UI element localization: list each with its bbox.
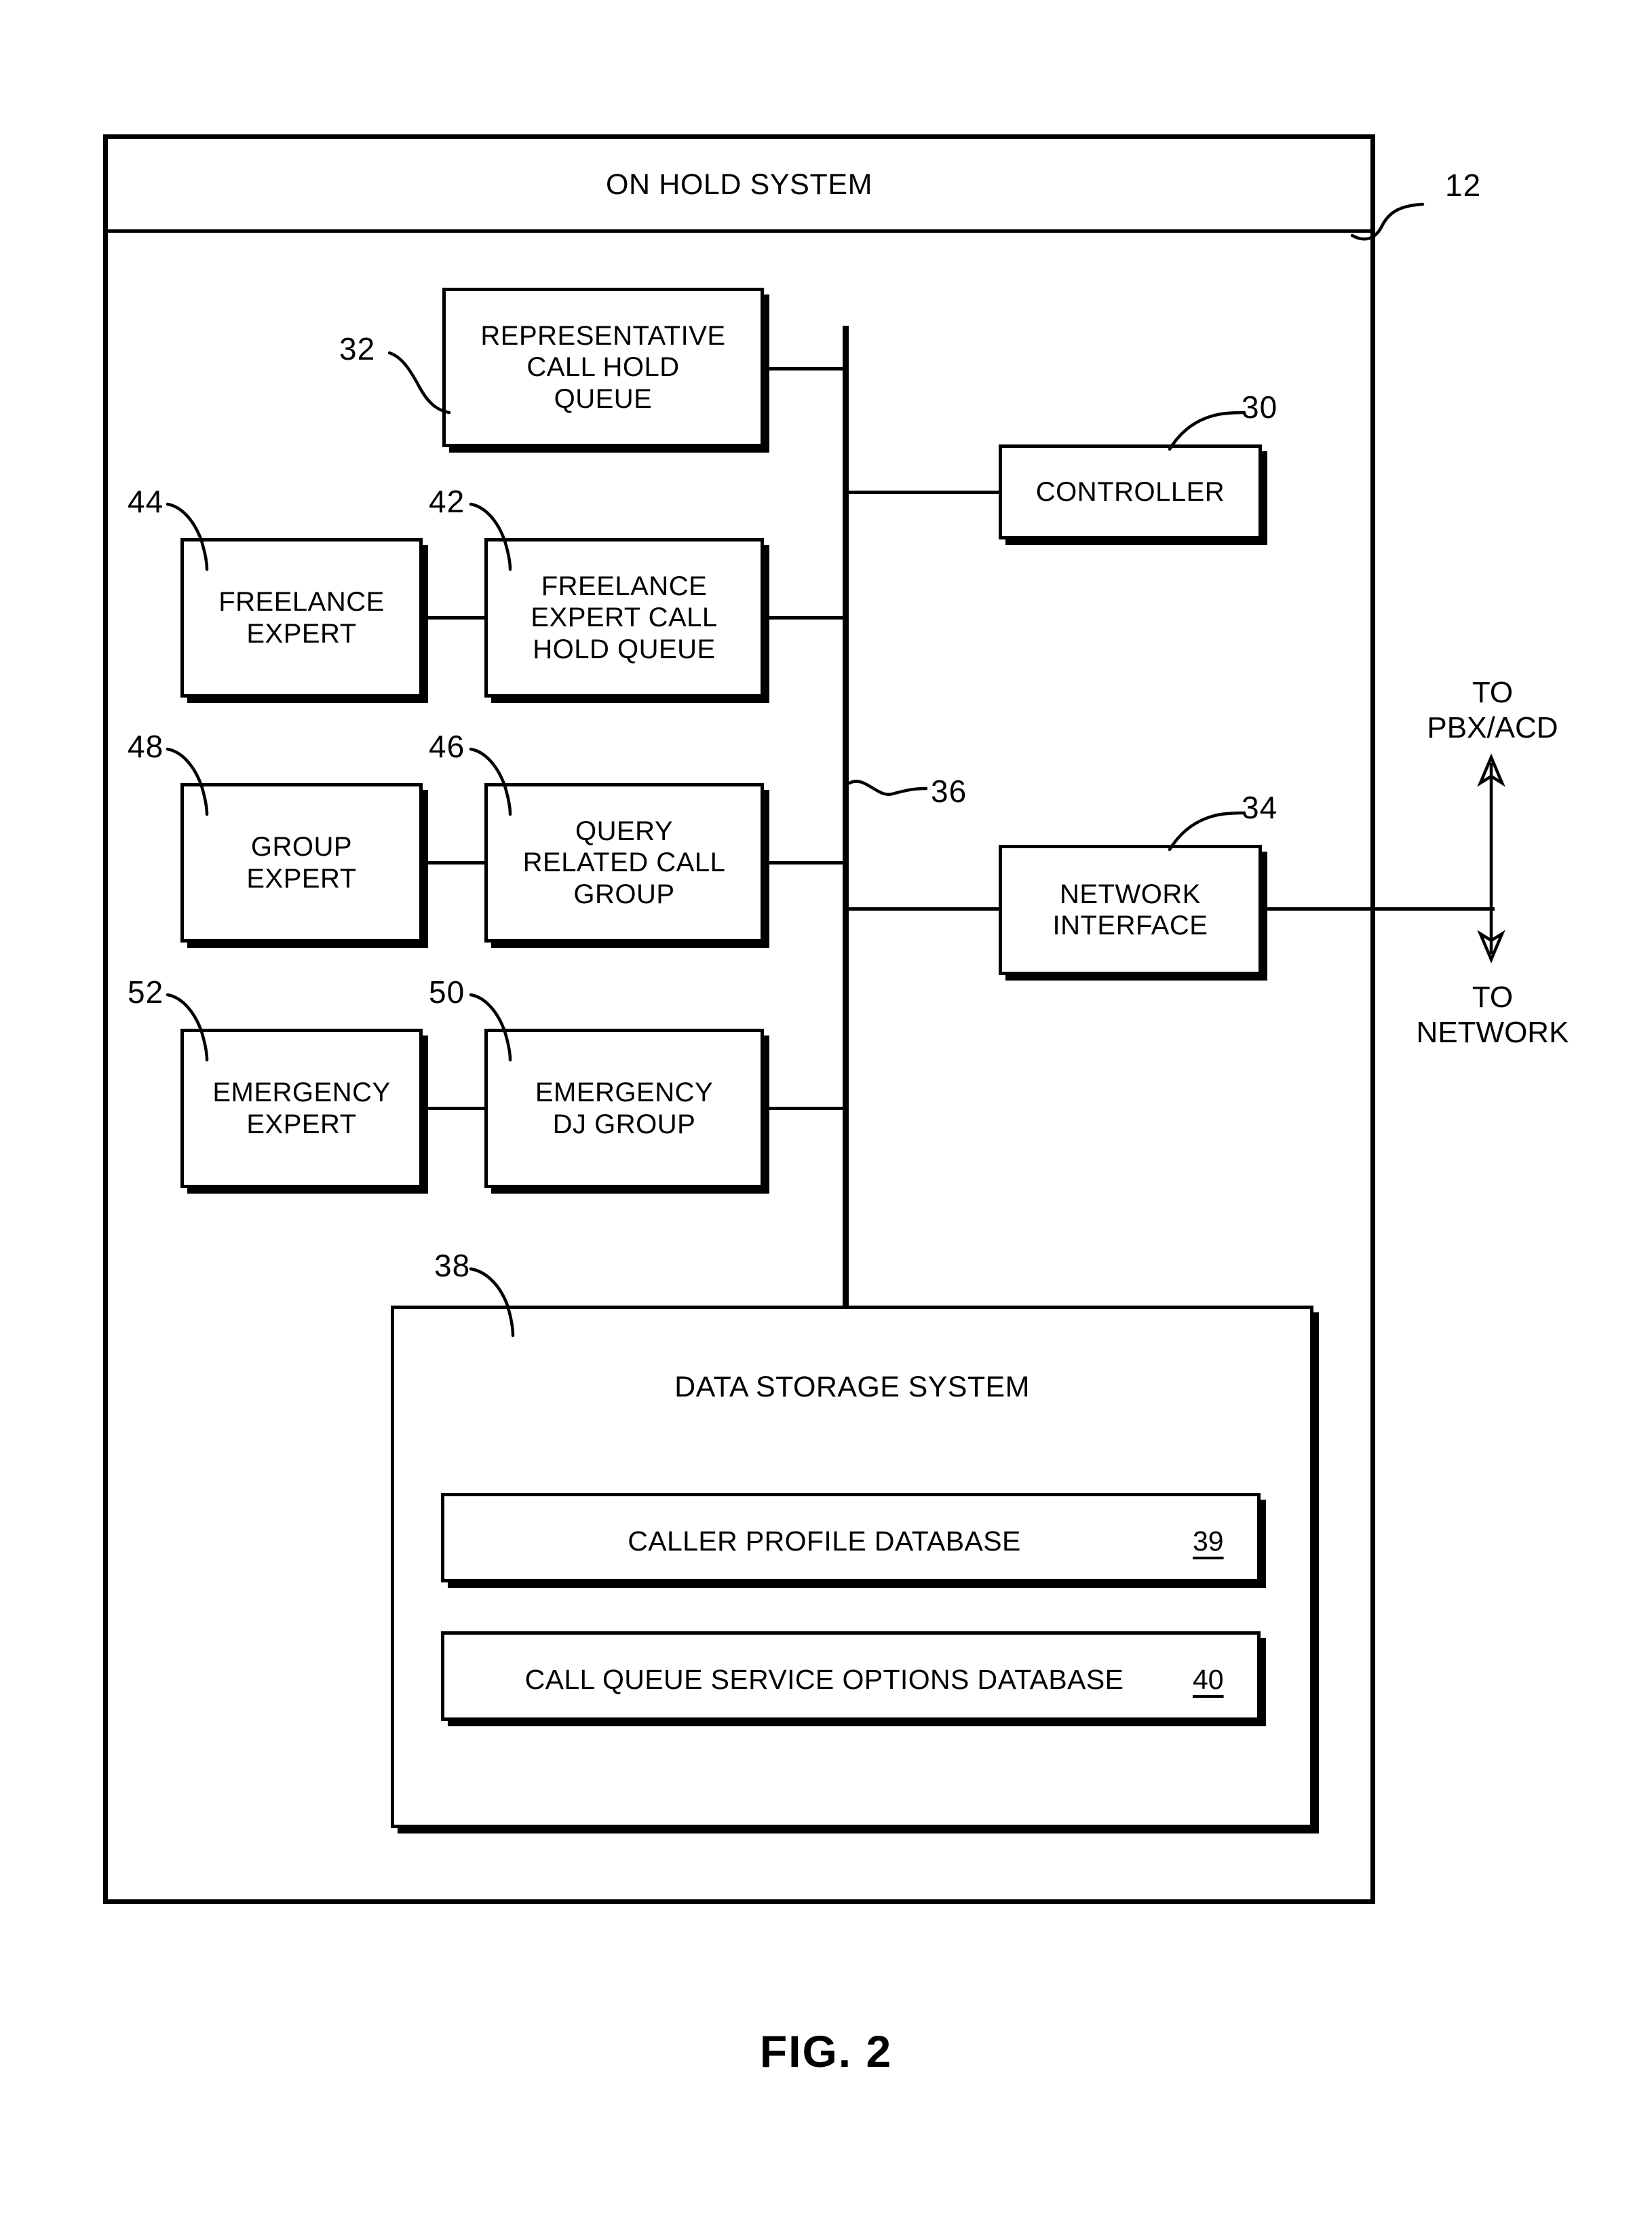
reference-numeral-42: 42 [429, 484, 465, 519]
external-double-arrow [1477, 753, 1505, 964]
connector-freelance-expert-to-queue [421, 616, 487, 620]
reference-numeral-48: 48 [128, 729, 164, 764]
block-label: NETWORK INTERFACE [1052, 879, 1208, 940]
connector-bus-to-controller [843, 491, 1000, 494]
block-representative-call-hold-queue[interactable]: REPRESENTATIVE CALL HOLD QUEUE [442, 288, 764, 447]
block-controller[interactable]: CONTROLLER [999, 444, 1262, 539]
reference-numeral-12: 12 [1445, 168, 1482, 203]
reference-numeral-36: 36 [931, 774, 967, 809]
block-label: REPRESENTATIVE CALL HOLD QUEUE [480, 320, 726, 414]
connector-rep-queue-to-bus [764, 367, 846, 370]
caller-profile-database-label: CALLER PROFILE DATABASE [628, 1525, 1021, 1557]
reference-numeral-30: 30 [1242, 390, 1278, 425]
reference-numeral-40: 40 [1193, 1664, 1224, 1695]
block-label: FREELANCE EXPERT [218, 587, 385, 649]
connector-query-group-to-bus [764, 861, 846, 864]
block-query-related-call-group[interactable]: QUERY RELATED CALL GROUP [484, 783, 764, 943]
reference-numeral-46: 46 [429, 729, 465, 764]
system-title: ON HOLD SYSTEM [605, 168, 873, 201]
block-label: EMERGENCY DJ GROUP [535, 1078, 714, 1139]
external-label-to-pbx-acd: TO PBX/ACD [1427, 676, 1558, 744]
reference-numeral-38: 38 [434, 1248, 471, 1283]
reference-numeral-34: 34 [1242, 790, 1278, 825]
block-emergency-expert[interactable]: EMERGENCY EXPERT [180, 1029, 423, 1188]
reference-numeral-44: 44 [128, 484, 164, 519]
block-emergency-dj-group[interactable]: EMERGENCY DJ GROUP [484, 1029, 764, 1188]
connector-network-interface-to-external [1261, 907, 1495, 911]
reference-numeral-52: 52 [128, 974, 164, 1010]
block-label: EMERGENCY EXPERT [212, 1078, 391, 1139]
block-label: GROUP EXPERT [246, 832, 357, 894]
connector-bus-to-data-storage [843, 1276, 849, 1308]
block-group-expert[interactable]: GROUP EXPERT [180, 783, 423, 943]
connector-emergency-expert-to-dj-group [421, 1107, 487, 1110]
block-network-interface[interactable]: NETWORK INTERFACE [999, 845, 1262, 975]
block-freelance-expert[interactable]: FREELANCE EXPERT [180, 538, 423, 698]
connector-bus-to-network-interface [843, 907, 1000, 911]
block-label: QUERY RELATED CALL GROUP [522, 816, 726, 909]
external-label-to-network: TO NETWORK [1416, 981, 1569, 1049]
reference-numeral-32: 32 [339, 331, 376, 366]
connector-freelance-queue-to-bus [764, 616, 846, 620]
block-freelance-expert-call-hold-queue[interactable]: FREELANCE EXPERT CALL HOLD QUEUE [484, 538, 764, 698]
call-queue-service-options-database-label: CALL QUEUE SERVICE OPTIONS DATABASE [524, 1664, 1124, 1695]
connector-group-expert-to-query-group [421, 861, 487, 864]
block-label: FREELANCE EXPERT CALL HOLD QUEUE [531, 571, 718, 664]
connector-emergency-dj-group-to-bus [764, 1107, 846, 1110]
system-header-divider [103, 229, 1375, 233]
block-label: CONTROLLER [1035, 476, 1225, 507]
data-storage-system-title: DATA STORAGE SYSTEM [674, 1371, 1030, 1403]
reference-numeral-39: 39 [1193, 1525, 1224, 1557]
internal-bus-line [843, 326, 849, 1303]
patent-figure-sheet: ON HOLD SYSTEM 12 36 REPRESENTATIVE CALL… [0, 0, 1652, 2223]
reference-numeral-50: 50 [429, 974, 465, 1010]
figure-caption: FIG. 2 [759, 2026, 893, 2076]
